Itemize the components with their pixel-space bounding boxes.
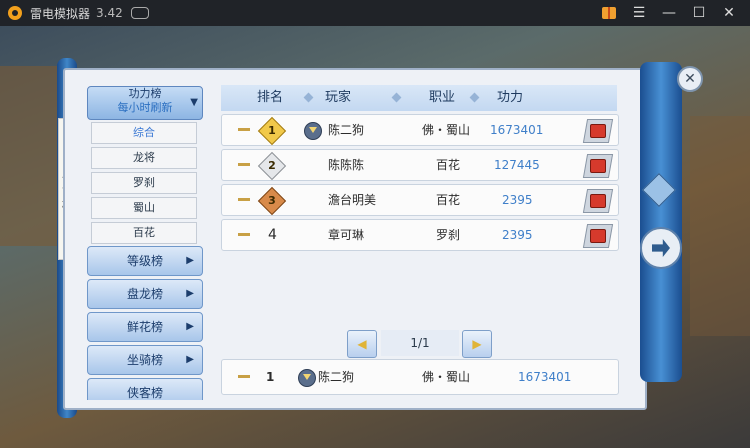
bg-wood-deco bbox=[690, 116, 750, 336]
rank-badge-bronze-icon: 3 bbox=[257, 186, 287, 216]
category-dragon-ranking[interactable]: 盘龙榜 ▶ bbox=[87, 279, 203, 309]
table-row[interactable]: 3 澹台明美 百花 2395 bbox=[221, 184, 619, 216]
gift-icon bbox=[602, 7, 616, 19]
sub-item-longjiang[interactable]: 龙将 bbox=[91, 147, 197, 169]
treasure-chest-icon[interactable] bbox=[582, 154, 614, 178]
table-row[interactable]: 1 陈二狗 佛・蜀山 1673401 bbox=[221, 114, 619, 146]
prev-page-button[interactable]: ◀ bbox=[347, 330, 377, 358]
sub-item-comprehensive[interactable]: 综合 bbox=[91, 122, 197, 144]
category-level-ranking[interactable]: 等级榜 ▶ bbox=[87, 246, 203, 276]
chevron-right-icon: ▶ bbox=[186, 255, 194, 266]
player-name: 章可琳 bbox=[328, 228, 365, 242]
app-logo-icon bbox=[8, 6, 22, 20]
treasure-chest-icon[interactable] bbox=[582, 119, 614, 143]
chevron-down-icon: ▼ bbox=[190, 97, 198, 108]
pagination: ◀ 1/1 ▶ bbox=[347, 330, 492, 358]
window-close-button[interactable]: ✕ bbox=[714, 0, 744, 26]
category-hero-ranking[interactable]: 侠客榜 bbox=[87, 378, 203, 400]
gift-button[interactable] bbox=[594, 0, 624, 26]
header-class: 职业 bbox=[429, 90, 456, 105]
player-power: 2395 bbox=[502, 228, 533, 242]
app-version: 3.42 bbox=[96, 6, 123, 20]
player-class: 罗刹 bbox=[436, 228, 461, 242]
rank-badge-gold-icon: 1 bbox=[257, 116, 287, 146]
chevron-right-icon: ▶ bbox=[186, 288, 194, 299]
my-player-class: 佛・蜀山 bbox=[422, 370, 471, 384]
rank-trend-icon bbox=[238, 128, 250, 131]
table-row[interactable]: 2 陈陈陈 百花 127445 bbox=[221, 149, 619, 181]
app-title: 雷电模拟器 bbox=[30, 6, 91, 21]
power-ranking-tab[interactable]: 功力榜 每小时刷新 ▼ bbox=[87, 86, 203, 120]
player-class: 百花 bbox=[436, 158, 461, 172]
category-label: 盘龙榜 bbox=[126, 287, 163, 301]
header-power: 功力 bbox=[497, 90, 524, 105]
header-player: 玩家 bbox=[325, 90, 352, 105]
scroll-rod-right bbox=[640, 62, 682, 382]
tab-title: 功力榜 bbox=[128, 87, 162, 100]
player-power: 1673401 bbox=[490, 123, 544, 137]
tab-subtitle: 每小时刷新 bbox=[117, 101, 173, 114]
ranking-table-header: 排名 玩家 职业 功力 bbox=[221, 85, 617, 111]
player-rank: 4 bbox=[268, 227, 277, 243]
category-flower-ranking[interactable]: 鲜花榜 ▶ bbox=[87, 312, 203, 342]
player-name: 澹台明美 bbox=[328, 193, 377, 207]
player-class: 百花 bbox=[436, 193, 461, 207]
chevron-right-icon: ▶ bbox=[186, 354, 194, 365]
rank-badge-silver-icon: 2 bbox=[257, 151, 287, 181]
player-name: 陈陈陈 bbox=[328, 158, 365, 172]
maximize-button[interactable]: ☐ bbox=[684, 0, 714, 26]
rank-trend-icon bbox=[238, 375, 250, 378]
minimize-button[interactable]: — bbox=[654, 0, 684, 26]
player-name: 陈二狗 bbox=[328, 123, 365, 137]
vip-icon bbox=[304, 122, 322, 140]
chevron-left-icon: ◀ bbox=[357, 337, 367, 351]
treasure-chest-icon[interactable] bbox=[582, 224, 614, 248]
close-icon: ✕ bbox=[684, 71, 696, 87]
category-label: 坐骑榜 bbox=[126, 353, 163, 367]
category-label: 等级榜 bbox=[126, 254, 163, 268]
header-rank: 排名 bbox=[257, 90, 284, 105]
share-button[interactable] bbox=[640, 227, 682, 269]
my-rank: 1 bbox=[266, 370, 275, 384]
diamond-icon bbox=[391, 92, 402, 103]
gamepad-icon[interactable] bbox=[130, 7, 149, 19]
rank-trend-icon bbox=[238, 233, 250, 236]
rank-trend-icon bbox=[238, 163, 250, 166]
vip-icon bbox=[298, 369, 316, 387]
diamond-icon bbox=[469, 92, 480, 103]
my-rank-row: 1 陈二狗 佛・蜀山 1673401 bbox=[221, 359, 619, 395]
close-panel-button[interactable]: ✕ bbox=[677, 66, 703, 92]
treasure-chest-icon[interactable] bbox=[582, 189, 614, 213]
ranking-sidebar: 功力榜 每小时刷新 ▼ 综合 龙将 罗刹 蜀山 百花 等级榜 ▶ 盘龙榜 ▶ 鲜花榜… bbox=[83, 80, 205, 400]
chevron-right-icon: ▶ bbox=[186, 321, 194, 332]
maximize-icon: ☐ bbox=[692, 5, 706, 21]
sub-item-luosha[interactable]: 罗刹 bbox=[91, 172, 197, 194]
emulator-titlebar: 雷电模拟器 3.42 ☰ — ☐ ✕ bbox=[0, 0, 750, 26]
category-mount-ranking[interactable]: 坐骑榜 ▶ bbox=[87, 345, 203, 375]
menu-icon: ☰ bbox=[632, 5, 646, 21]
table-row[interactable]: 4 章可琳 罗刹 2395 bbox=[221, 219, 619, 251]
my-player-name: 陈二狗 bbox=[318, 370, 355, 384]
rank-trend-icon bbox=[238, 198, 250, 201]
close-icon: ✕ bbox=[723, 5, 735, 21]
bg-wood-deco bbox=[0, 66, 60, 246]
sub-item-baihua[interactable]: 百花 bbox=[91, 222, 197, 244]
page-indicator: 1/1 bbox=[381, 330, 459, 356]
minimize-icon: — bbox=[662, 5, 676, 21]
player-power: 2395 bbox=[502, 193, 533, 207]
window-controls: ☰ — ☐ ✕ bbox=[594, 0, 744, 26]
chevron-right-icon: ▶ bbox=[472, 337, 482, 351]
my-player-power: 1673401 bbox=[518, 370, 572, 384]
category-label: 侠客榜 bbox=[126, 386, 163, 400]
diamond-icon bbox=[303, 92, 314, 103]
category-label: 鲜花榜 bbox=[126, 320, 163, 334]
sub-item-shushan[interactable]: 蜀山 bbox=[91, 197, 197, 219]
player-power: 127445 bbox=[494, 158, 540, 172]
menu-button[interactable]: ☰ bbox=[624, 0, 654, 26]
player-class: 佛・蜀山 bbox=[422, 123, 471, 137]
next-page-button[interactable]: ▶ bbox=[462, 330, 492, 358]
